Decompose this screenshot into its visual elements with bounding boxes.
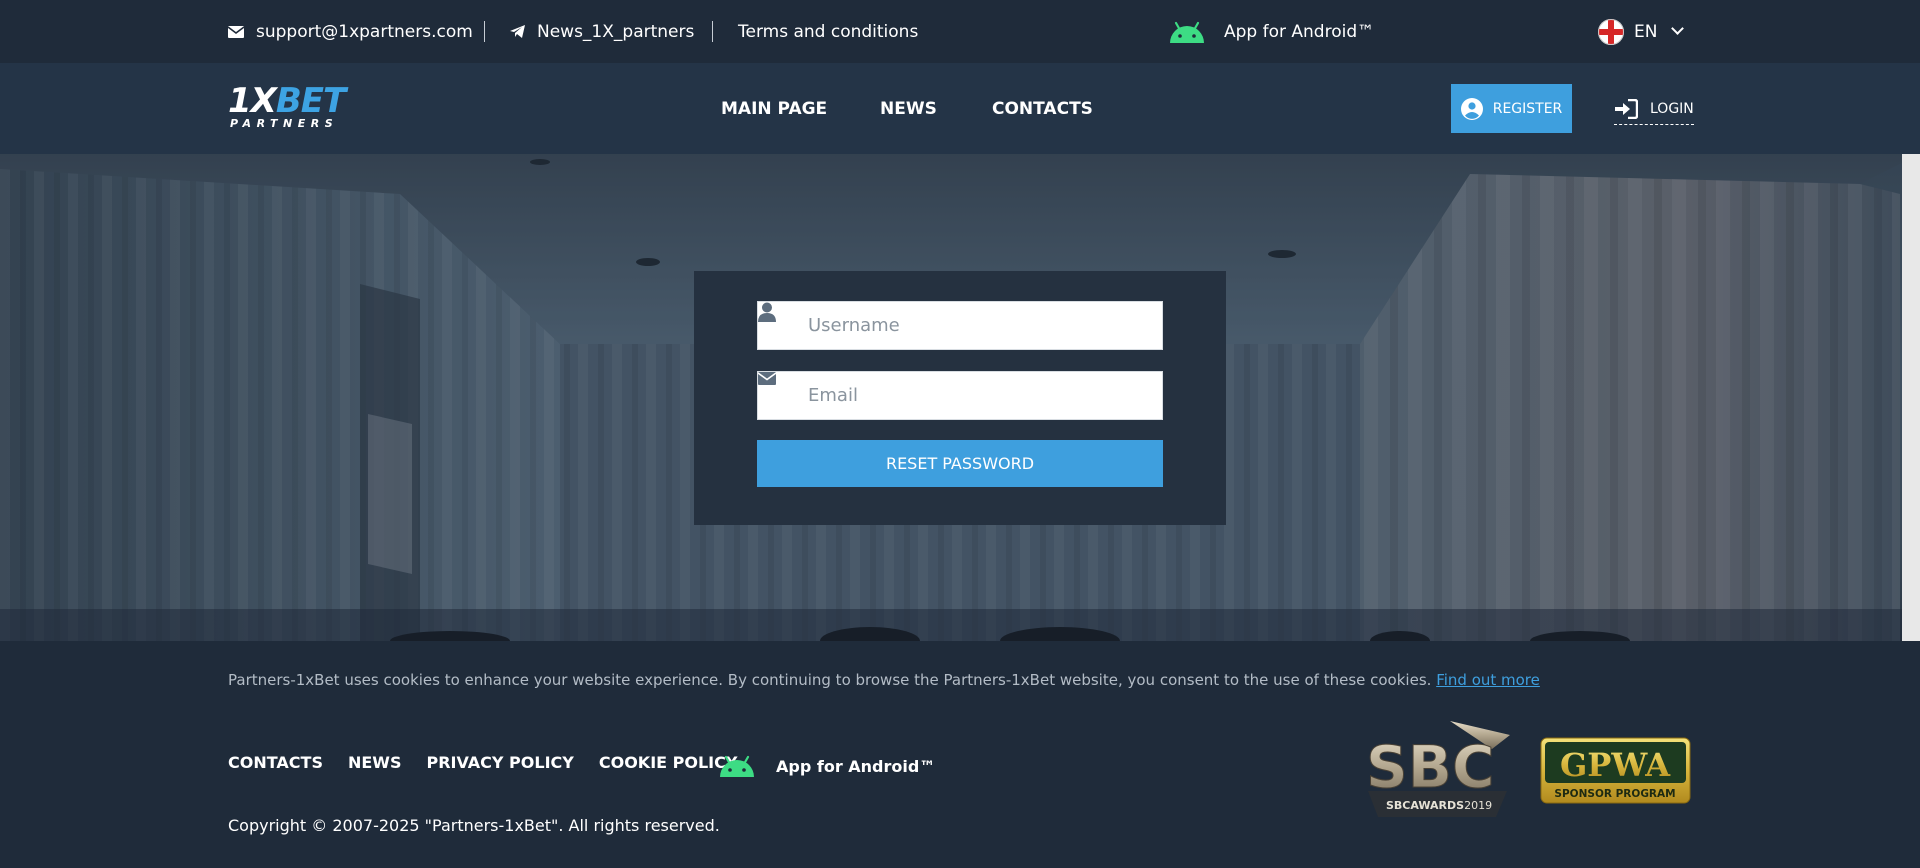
cookie-notice: Partners-1xBet uses cookies to enhance y… (228, 671, 1540, 689)
divider (712, 21, 713, 42)
terms-link[interactable]: Terms and conditions (738, 0, 918, 63)
find-out-more-link[interactable]: Find out more (1436, 671, 1540, 689)
logo-text-bet: BET (275, 81, 346, 121)
footer-nav: CONTACTS NEWS PRIVACY POLICY COOKIE POLI… (228, 753, 762, 772)
footer-android-app-link[interactable]: App for Android™ (718, 755, 935, 777)
android-app-text: App for Android™ (1224, 21, 1375, 42)
register-button[interactable]: REGISTER (1451, 84, 1572, 133)
logo-text-1x: 1X (228, 81, 277, 121)
login-link[interactable]: LOGIN (1614, 95, 1694, 125)
footer-link-contacts[interactable]: CONTACTS (228, 753, 323, 772)
terms-text: Terms and conditions (738, 21, 919, 42)
language-label: EN (1634, 21, 1658, 42)
page-scrollbar[interactable] (1902, 154, 1920, 641)
email-input[interactable] (808, 375, 1148, 416)
android-icon (718, 755, 756, 777)
footer-link-cookie-policy[interactable]: COOKIE POLICY (599, 753, 738, 772)
divider (484, 21, 485, 42)
nav-contacts[interactable]: CONTACTS (992, 63, 1093, 154)
nav-news-label: NEWS (880, 98, 937, 119)
footer-link-news[interactable]: NEWS (348, 753, 402, 772)
gpwa-logo-text: GPWA (1560, 746, 1671, 784)
copyright-text: Copyright © 2007-2025 "Partners-1xBet". … (228, 816, 720, 835)
register-label: REGISTER (1492, 100, 1563, 117)
reset-password-form: RESET PASSWORD (694, 271, 1226, 525)
main-header: 1XBET PARTNERS MAIN PAGE NEWS CONTACTS R… (0, 63, 1920, 154)
gpwa-sponsor-badge[interactable]: GPWA SPONSOR PROGRAM (1540, 737, 1691, 804)
sbc-awards-text: SBCAWARDS2019 (1386, 799, 1492, 812)
username-input[interactable] (808, 305, 1148, 346)
footer-link-privacy-policy[interactable]: PRIVACY POLICY (426, 753, 573, 772)
nav-news[interactable]: NEWS (880, 63, 937, 154)
sbc-awards-badge[interactable]: SBC SBCAWARDS2019 (1360, 721, 1515, 817)
chevron-down-icon (1671, 22, 1685, 35)
android-icon (1168, 21, 1206, 43)
nav-contacts-label: CONTACTS (992, 98, 1093, 119)
sbc-logo-text: SBC (1366, 733, 1495, 801)
gpwa-sponsor-text: SPONSOR PROGRAM (1554, 788, 1675, 800)
site-footer: Partners-1xBet uses cookies to enhance y… (0, 641, 1920, 868)
uk-flag-icon (1598, 18, 1624, 45)
cookie-notice-text: Partners-1xBet uses cookies to enhance y… (228, 671, 1432, 689)
envelope-icon (228, 25, 244, 38)
brand-logo[interactable]: 1XBET PARTNERS (228, 84, 358, 132)
email-field-wrapper (757, 371, 1163, 420)
nav-main-page[interactable]: MAIN PAGE (721, 63, 827, 154)
language-selector[interactable]: EN (1598, 0, 1685, 63)
android-app-link[interactable]: App for Android™ (1168, 0, 1374, 63)
footer-android-text: App for Android™ (776, 756, 936, 776)
logo-text-partners: PARTNERS (230, 117, 339, 130)
sign-in-icon (1614, 98, 1638, 119)
telegram-plane-icon (510, 25, 525, 38)
login-label: LOGIN (1650, 100, 1694, 117)
support-email-link[interactable]: support@1xpartners.com (228, 0, 473, 63)
telegram-news-link[interactable]: News_1X_partners (510, 0, 694, 63)
hero-background: RESET PASSWORD (0, 154, 1920, 641)
telegram-news-text: News_1X_partners (537, 21, 695, 42)
top-bar: support@1xpartners.com News_1X_partners … (0, 0, 1920, 63)
support-email-text: support@1xpartners.com (256, 21, 473, 42)
reset-password-button[interactable]: RESET PASSWORD (757, 440, 1163, 487)
username-field-wrapper (757, 301, 1163, 350)
user-circle-icon (1460, 97, 1483, 120)
nav-main-page-label: MAIN PAGE (721, 98, 828, 119)
